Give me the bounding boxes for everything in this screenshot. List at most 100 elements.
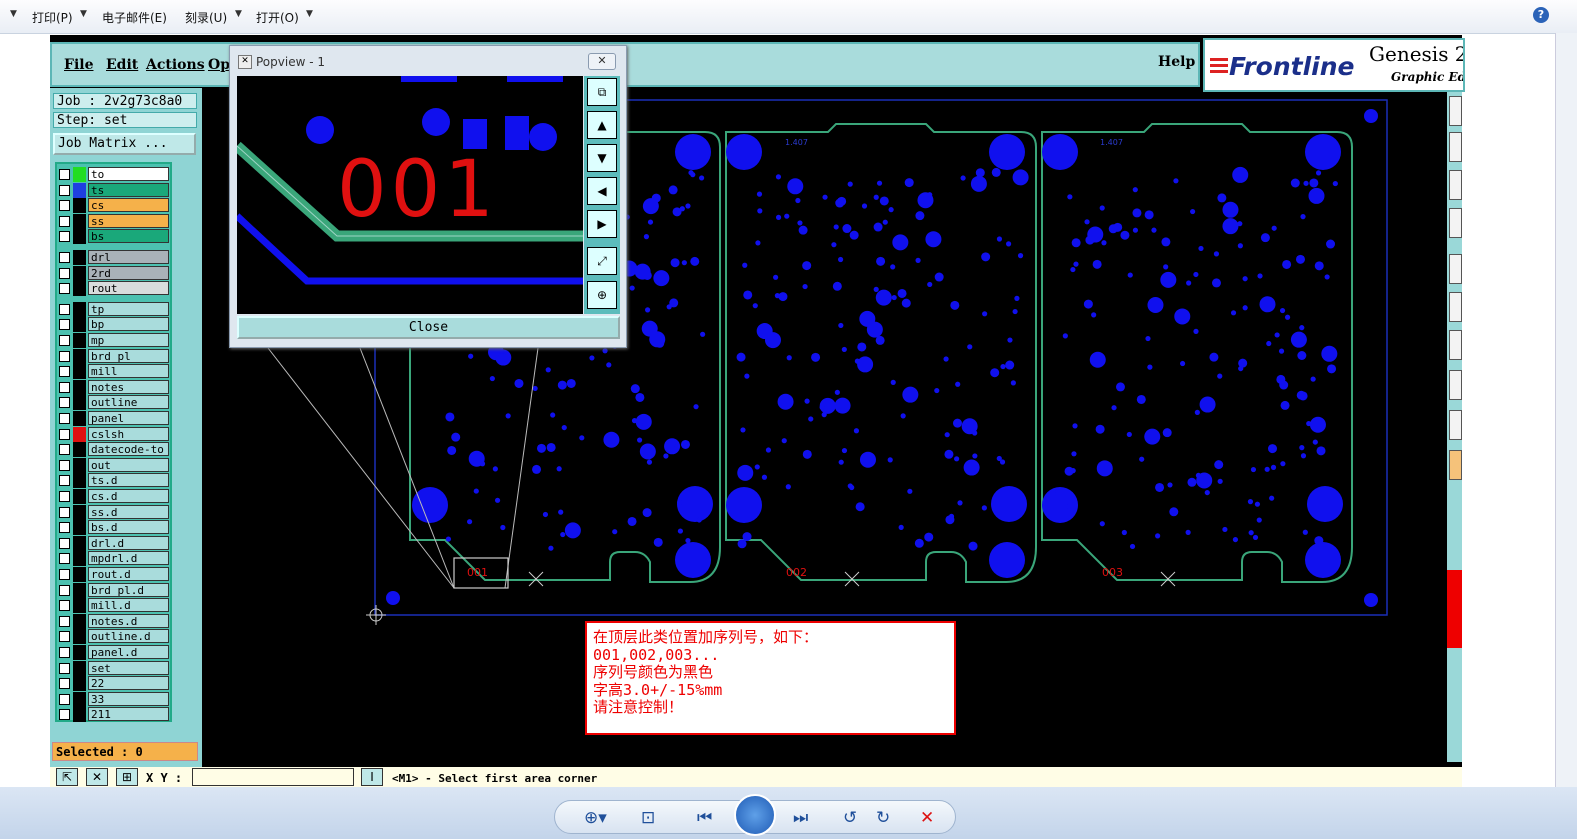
layer-row[interactable]: ts.d [57,473,171,489]
layer-row[interactable]: bs [57,229,171,245]
tool-button[interactable] [1449,410,1462,440]
layer-row[interactable]: notes [57,379,171,395]
layer-name[interactable]: mill.d [88,598,169,613]
layer-name[interactable]: 22 [88,676,169,691]
layer-name[interactable]: notes.d [88,613,169,628]
tool-button[interactable] [1449,292,1462,322]
layer-row[interactable]: ss.d [57,504,171,520]
layer-name[interactable]: 33 [88,691,169,706]
layer-name[interactable]: mpdrl.d [88,551,169,566]
layer-row[interactable]: rout.d [57,567,171,582]
layer-name[interactable]: out [88,457,169,472]
layer-name[interactable]: brd_pl [88,348,169,363]
layer-checkbox[interactable] [59,600,70,612]
layer-name[interactable]: brd_pl.d [88,582,169,597]
help-icon[interactable]: ? [1533,7,1549,23]
layer-color-swatch[interactable] [73,229,86,245]
layer-checkbox[interactable] [59,169,70,180]
layer-row[interactable]: brd_pl.d [57,582,171,598]
layer-row[interactable]: set [57,660,171,676]
layer-checkbox[interactable] [59,303,70,315]
rotate-left-icon[interactable]: ↺ [843,808,857,828]
layer-row[interactable]: 211 [57,707,171,723]
delete-icon[interactable]: ✕ [920,808,934,828]
layer-color-swatch[interactable] [73,250,86,265]
menu-file[interactable]: File [64,57,93,73]
slideshow-button[interactable] [734,794,776,836]
layer-name[interactable]: drl [88,250,169,264]
tool-button[interactable] [1449,208,1462,238]
open-menu[interactable]: 打开(O) [256,9,299,26]
layer-name[interactable]: set [88,660,169,675]
chevron-down-icon[interactable]: ▼ [235,9,242,19]
layer-row[interactable]: outline [57,395,171,411]
layer-checkbox[interactable] [59,413,70,424]
layer-row[interactable]: mp [57,333,171,348]
layer-row[interactable]: brd_pl [57,348,171,364]
popview-canvas[interactable]: 001 [237,76,583,314]
layer-checkbox[interactable] [59,366,70,378]
layer-checkbox[interactable] [59,537,70,549]
layer-row[interactable]: to [57,167,171,182]
layer-name[interactable]: ss [88,213,169,228]
cross-tool-icon[interactable]: ✕ [86,768,108,786]
layer-name[interactable]: rout.d [88,567,169,581]
layer-color-swatch[interactable] [73,301,86,317]
close-icon[interactable]: ✕ [588,53,616,70]
pan-right-icon[interactable]: ▶ [587,210,617,238]
layer-name[interactable]: ts [88,182,169,197]
layer-color-swatch[interactable] [73,364,86,380]
layer-row[interactable]: panel.d [57,645,171,660]
layer-row[interactable]: mill [57,364,171,380]
tool-button[interactable] [1449,96,1462,126]
layer-checkbox[interactable] [59,678,70,690]
layer-checkbox[interactable] [59,350,70,362]
layer-color-swatch[interactable] [73,426,86,442]
layer-row[interactable]: drl [57,250,171,265]
layer-row[interactable]: 22 [57,676,171,692]
grid-tool-icon[interactable]: ⊞ [116,768,138,786]
layer-name[interactable]: 211 [88,707,169,722]
layer-color-swatch[interactable] [73,535,86,551]
email-menu[interactable]: 电子邮件(E) [102,9,167,26]
layer-name[interactable]: outline [88,395,169,410]
layer-row[interactable]: rout [57,281,171,297]
layer-checkbox[interactable] [59,491,70,502]
layer-row[interactable]: cs [57,198,171,214]
layer-color-swatch[interactable] [73,520,86,536]
layer-checkbox[interactable] [59,397,70,409]
layer-row[interactable]: cslsh [57,426,171,442]
layer-checkbox[interactable] [59,662,70,674]
chevron-down-icon[interactable]: ▼ [80,9,87,19]
cursor-icon[interactable]: I [361,768,383,786]
layer-color-swatch[interactable] [73,567,86,582]
layer-color-swatch[interactable] [73,707,86,723]
layer-row[interactable]: cs.d [57,489,171,504]
layer-checkbox[interactable] [59,381,70,393]
layer-color-swatch[interactable] [73,660,86,676]
tool-button[interactable] [1449,254,1462,284]
layer-color-swatch[interactable] [73,213,86,229]
layer-checkbox[interactable] [59,459,70,471]
job-matrix-button[interactable]: Job Matrix ... [53,133,196,155]
popview-close-button[interactable]: Close [237,316,620,339]
layer-color-swatch[interactable] [73,645,86,660]
layer-color-swatch[interactable] [73,582,86,598]
layer-checkbox[interactable] [59,631,70,643]
layer-row[interactable]: outline.d [57,629,171,645]
layer-row[interactable]: notes.d [57,613,171,629]
layer-row[interactable]: ts [57,182,171,198]
layer-checkbox[interactable] [59,553,70,565]
layer-name[interactable]: tp [88,301,169,316]
layer-checkbox[interactable] [59,283,70,295]
chevron-down-icon[interactable]: ▼ [10,9,17,19]
layer-row[interactable]: bp [57,317,171,333]
layer-color-swatch[interactable] [73,265,86,281]
layer-checkbox[interactable] [59,231,70,243]
layer-name[interactable]: outline.d [88,629,169,644]
pan-left-icon[interactable]: ◀ [587,177,617,205]
layer-color-swatch[interactable] [73,317,86,333]
layer-checkbox[interactable] [59,444,70,456]
layer-row[interactable]: drl.d [57,535,171,551]
layer-checkbox[interactable] [59,252,70,263]
